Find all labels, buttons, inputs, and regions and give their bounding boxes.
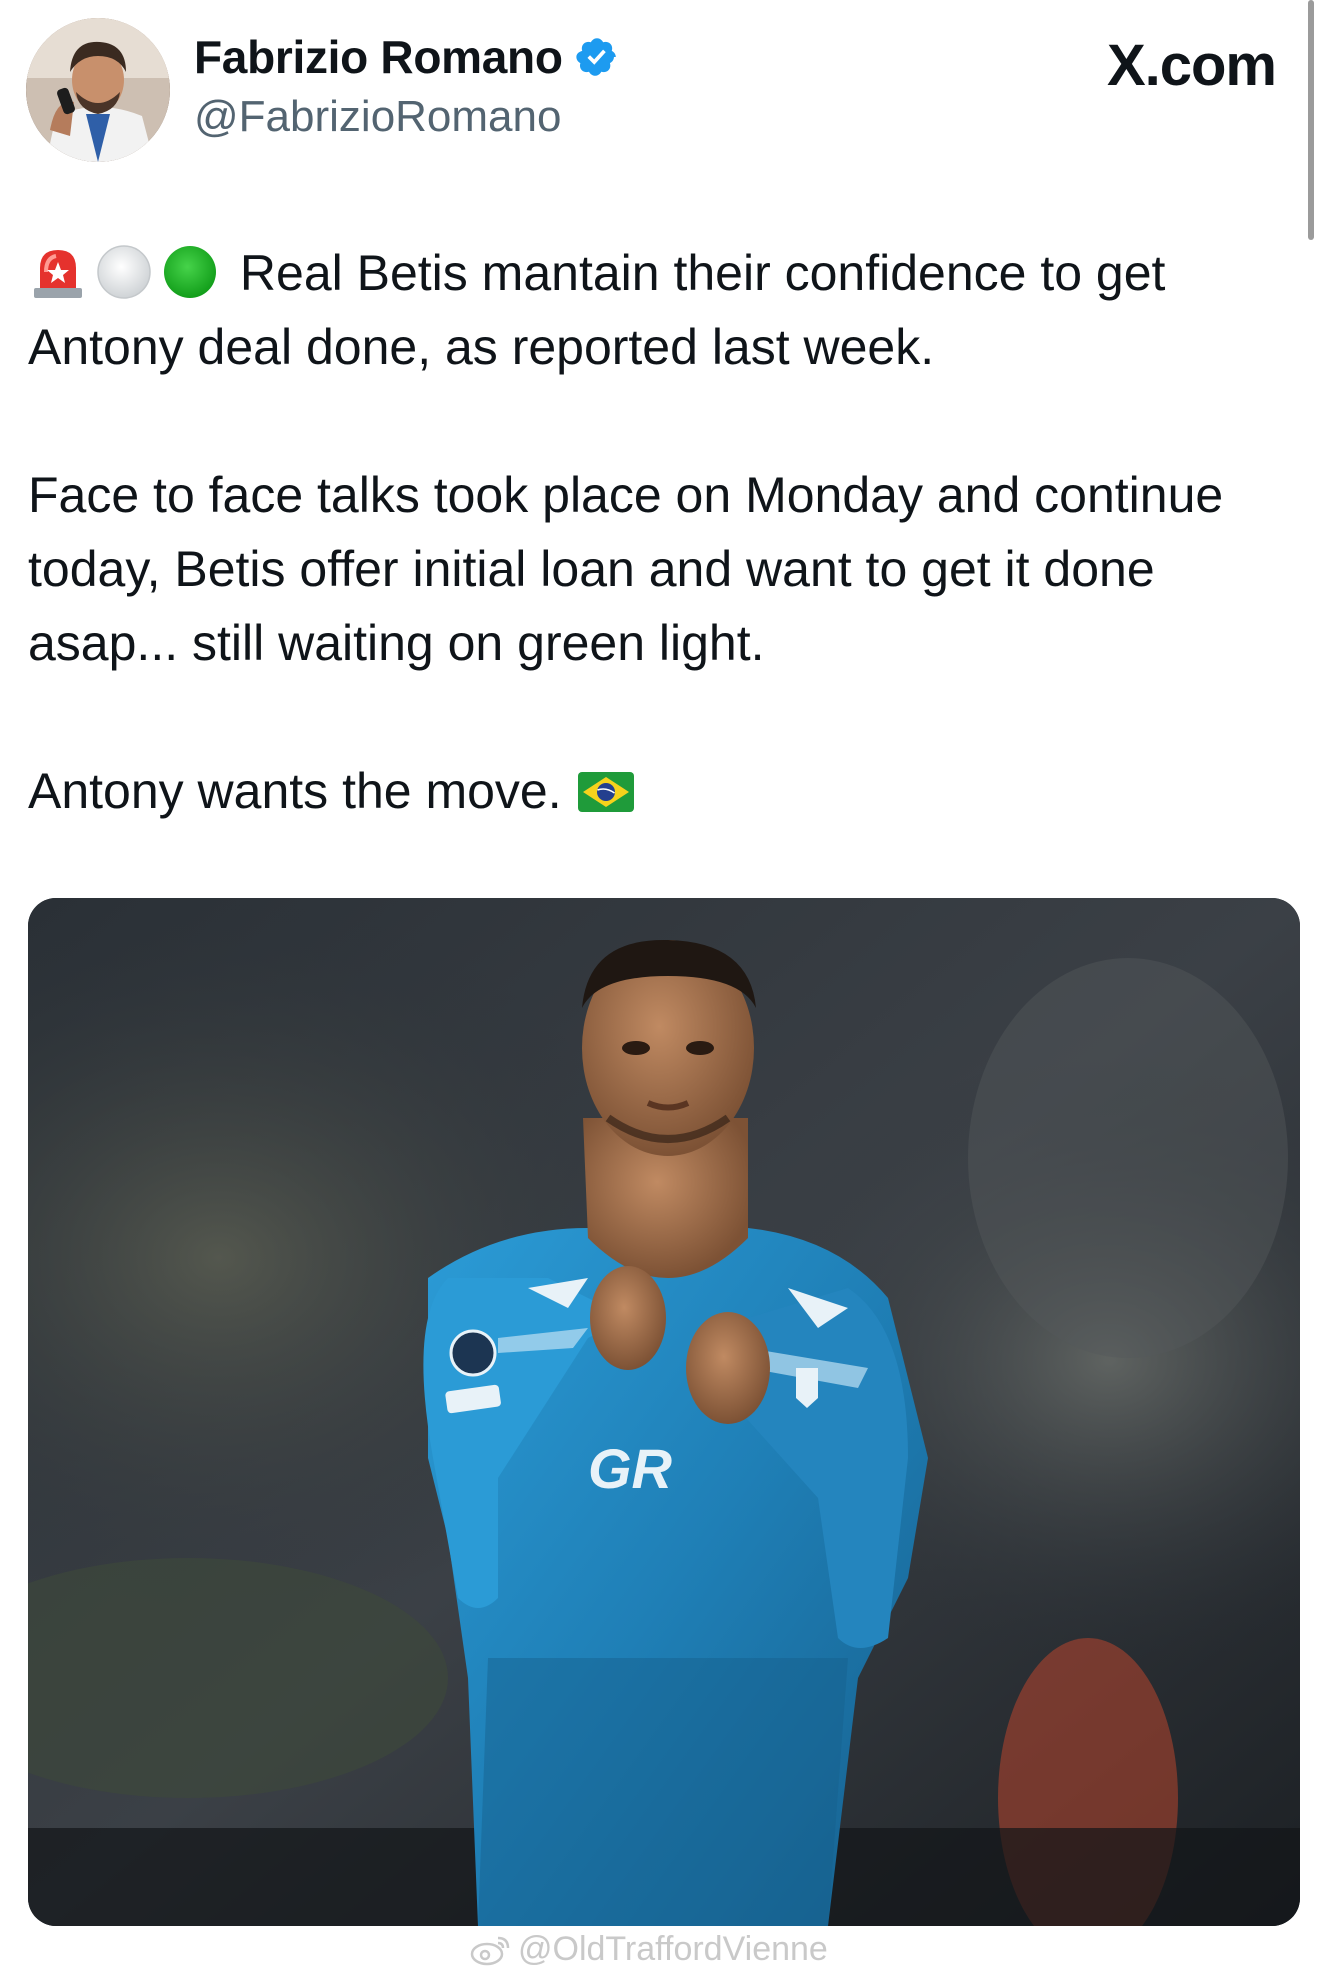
tweet-media-photo[interactable]: GR (28, 898, 1300, 1926)
author-avatar[interactable] (26, 18, 170, 162)
watermark-text: @OldTraffordVienne (518, 1930, 828, 1967)
green-circle-icon (160, 242, 220, 302)
shirt-sponsor-text: GR (588, 1437, 673, 1500)
brazil-flag-icon (577, 772, 634, 812)
weibo-icon (470, 1936, 510, 1965)
author-name-text: Fabrizio Romano (194, 31, 563, 83)
rotating-light-icon (28, 242, 88, 302)
profile-photo-icon (26, 18, 170, 162)
tweet-text: Real Betis mantain their confidence to g… (28, 236, 1292, 828)
tweet-paragraph-3-text: Antony wants the move. (28, 763, 562, 819)
site-label: X.com (1106, 33, 1277, 98)
verified-badge-icon (576, 38, 616, 76)
author-handle[interactable]: @FabrizioRomano (194, 92, 561, 142)
tweet-paragraph-1: Real Betis mantain their confidence to g… (28, 236, 1292, 384)
tweet-paragraph-2: Face to face talks took place on Monday … (28, 467, 1224, 671)
scrollbar[interactable] (1308, 0, 1314, 240)
watermark: @OldTraffordVienne (470, 1930, 828, 1967)
tweet-screenshot: Fabrizio Romano @FabrizioRomano X.com Re… (0, 0, 1320, 1967)
tweet-paragraph-3: Antony wants the move. (28, 754, 1292, 828)
white-circle-icon (94, 242, 154, 302)
player-photo: GR (28, 898, 1300, 1926)
author-display-name[interactable]: Fabrizio Romano (194, 30, 619, 84)
